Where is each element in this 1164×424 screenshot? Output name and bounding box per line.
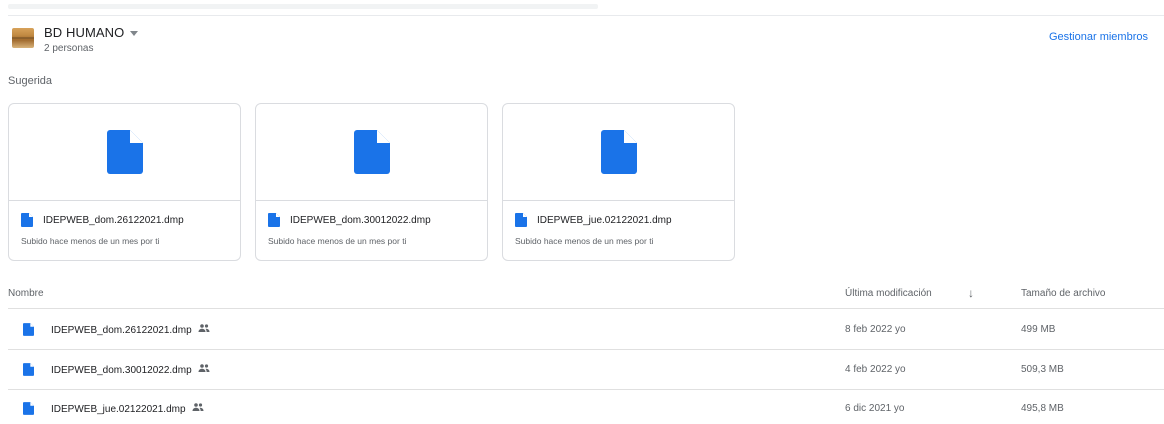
card-subtitle: Subido hace menos de un mes por ti: [268, 236, 407, 246]
card-file-name: IDEPWEB_dom.26122021.dmp: [43, 214, 184, 226]
card-file-name: IDEPWEB_jue.02122021.dmp: [537, 214, 672, 226]
suggested-card[interactable]: IDEPWEB_dom.26122021.dmp Subido hace men…: [8, 103, 241, 261]
card-subtitle: Subido hace menos de un mes por ti: [515, 236, 654, 246]
card-preview: [9, 104, 240, 201]
shared-people-icon: [198, 324, 210, 332]
shared-people-icon: [192, 403, 204, 411]
column-header-size[interactable]: Tamaño de archivo: [1021, 288, 1106, 299]
arrow-down-icon[interactable]: ↓: [968, 286, 974, 300]
suggested-cards: IDEPWEB_dom.26122021.dmp Subido hace men…: [8, 103, 749, 261]
card-preview: [503, 104, 734, 201]
file-icon: [268, 213, 280, 227]
table-row[interactable]: IDEPWEB_jue.02122021.dmp 6 dic 2021 yo 4…: [8, 389, 1164, 424]
file-name: IDEPWEB_jue.02122021.dmp: [51, 404, 186, 415]
suggested-section-title: Sugerida: [8, 75, 53, 87]
card-subtitle: Subido hace menos de un mes por ti: [21, 236, 160, 246]
header-divider: [8, 15, 1164, 16]
card-preview: [256, 104, 487, 201]
file-modified-cell: 8 feb 2022 yo: [845, 324, 906, 335]
suggested-card[interactable]: IDEPWEB_dom.30012022.dmp Subido hace men…: [255, 103, 488, 261]
file-name: IDEPWEB_dom.26122021.dmp: [51, 325, 192, 336]
column-header-modified[interactable]: Última modificación: [845, 288, 932, 299]
file-icon: [21, 213, 33, 227]
drive-title-dropdown[interactable]: BD HUMANO: [44, 25, 139, 40]
file-icon: [353, 130, 390, 174]
file-icon: [106, 130, 143, 174]
file-name-cell: IDEPWEB_dom.26122021.dmp: [51, 324, 210, 336]
file-modified-cell: 4 feb 2022 yo: [845, 364, 906, 375]
caret-down-icon: [130, 30, 139, 36]
drive-title: BD HUMANO: [44, 25, 125, 40]
file-size-cell: 499 MB: [1021, 324, 1056, 335]
table-row[interactable]: IDEPWEB_dom.26122021.dmp 8 feb 2022 yo 4…: [8, 310, 1164, 350]
shared-people-icon: [198, 364, 210, 372]
file-list-header: Nombre Última modificación ↓ Tamaño de a…: [8, 285, 1164, 309]
column-header-name[interactable]: Nombre: [8, 288, 44, 299]
file-icon: [600, 130, 637, 174]
file-icon: [23, 402, 34, 415]
drive-member-count: 2 personas: [44, 43, 94, 54]
manage-members-link[interactable]: Gestionar miembros: [1049, 31, 1148, 43]
file-name: IDEPWEB_dom.30012022.dmp: [51, 365, 192, 376]
search-bar-edge: [8, 4, 598, 9]
table-row[interactable]: IDEPWEB_dom.30012022.dmp 4 feb 2022 yo 5…: [8, 350, 1164, 390]
file-modified-cell: 6 dic 2021 yo: [845, 403, 905, 414]
file-name-cell: IDEPWEB_dom.30012022.dmp: [51, 364, 210, 376]
file-icon: [23, 363, 34, 376]
file-name-cell: IDEPWEB_jue.02122021.dmp: [51, 403, 204, 415]
suggested-card[interactable]: IDEPWEB_jue.02122021.dmp Subido hace men…: [502, 103, 735, 261]
file-size-cell: 509,3 MB: [1021, 364, 1064, 375]
file-size-cell: 495,8 MB: [1021, 403, 1064, 414]
file-icon: [23, 323, 34, 336]
card-file-name: IDEPWEB_dom.30012022.dmp: [290, 214, 431, 226]
shared-drive-header[interactable]: BD HUMANO 2 personas: [12, 25, 139, 54]
file-icon: [515, 213, 527, 227]
shared-drive-thumbnail-icon: [12, 28, 34, 48]
